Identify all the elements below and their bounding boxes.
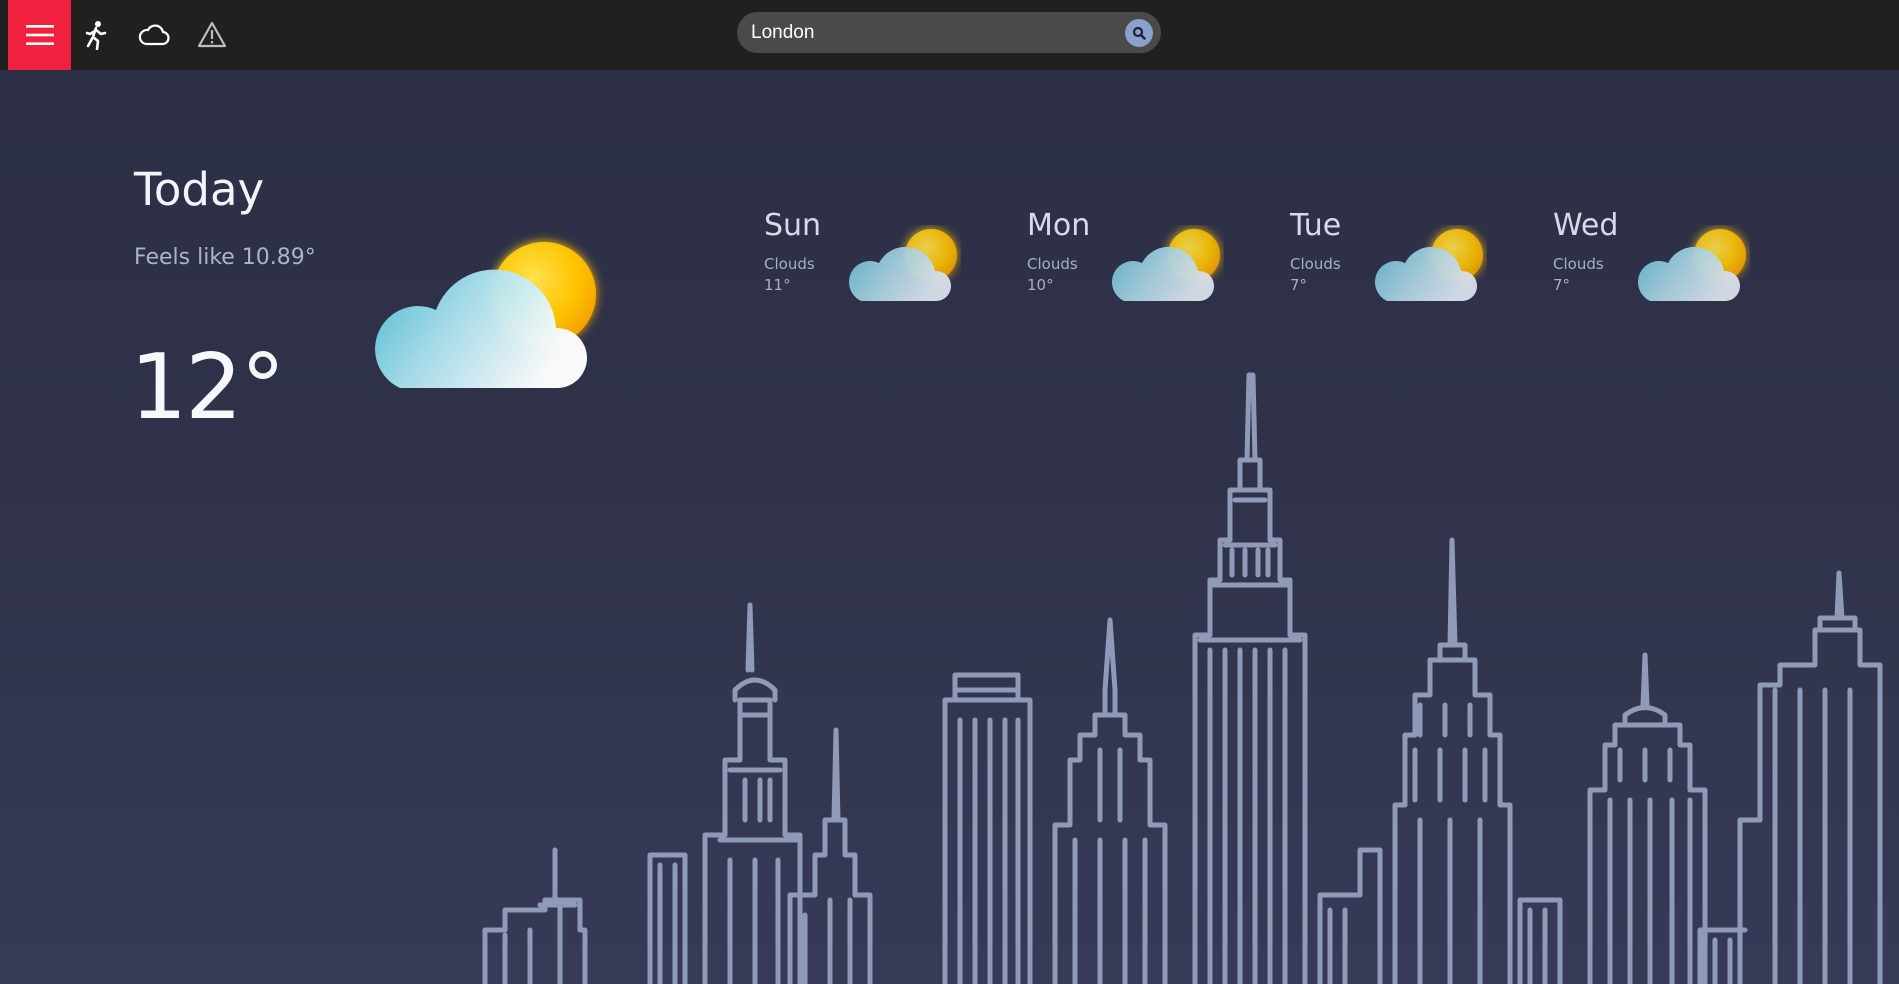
forecast-day-wed: Wed Clouds 7° — [1553, 205, 1793, 305]
forecast-temperature: 10° — [1027, 276, 1054, 294]
search-bar — [737, 12, 1161, 53]
activity-button[interactable] — [76, 15, 116, 55]
forecast-day-name: Tue — [1290, 208, 1342, 243]
forecast-day-tue: Tue Clouds 7° — [1290, 205, 1530, 305]
partly-cloudy-icon — [1112, 229, 1220, 301]
search-icon — [1132, 26, 1146, 40]
menu-button[interactable] — [8, 0, 71, 70]
today-title: Today — [134, 163, 265, 216]
forecast-day-sun: Sun Clouds 11° — [764, 205, 1004, 305]
forecast-description: Clouds — [1290, 255, 1341, 273]
forecast-day-name: Sun — [764, 208, 822, 243]
partly-cloudy-icon — [375, 242, 596, 388]
partly-cloudy-icon — [1638, 229, 1746, 301]
forecast-temperature: 11° — [764, 276, 791, 294]
forecast-description: Clouds — [1553, 255, 1604, 273]
search-button[interactable] — [1125, 19, 1153, 47]
current-temperature: 12° — [130, 335, 286, 440]
weather-button[interactable] — [134, 15, 174, 55]
forecast-day-mon: Mon Clouds 10° — [1027, 205, 1267, 305]
cloud-icon — [138, 24, 170, 46]
forecast-description: Clouds — [764, 255, 815, 273]
partly-cloudy-icon — [849, 229, 957, 301]
forecast-day-name: Wed — [1553, 208, 1619, 243]
warning-triangle-icon — [197, 21, 227, 48]
city-skyline-illustration — [482, 372, 1883, 984]
forecast-temperature: 7° — [1553, 276, 1571, 294]
search-input[interactable] — [751, 12, 1111, 53]
forecast-temperature: 7° — [1290, 276, 1308, 294]
forecast-day-name: Mon — [1027, 208, 1091, 243]
hamburger-menu-icon — [25, 25, 54, 45]
partly-cloudy-icon — [1375, 229, 1483, 301]
running-person-icon — [85, 21, 107, 50]
forecast-description: Clouds — [1027, 255, 1078, 273]
alerts-button[interactable] — [192, 15, 232, 55]
top-bar — [0, 0, 1899, 70]
feels-like-text: Feels like 10.89° — [134, 245, 316, 270]
